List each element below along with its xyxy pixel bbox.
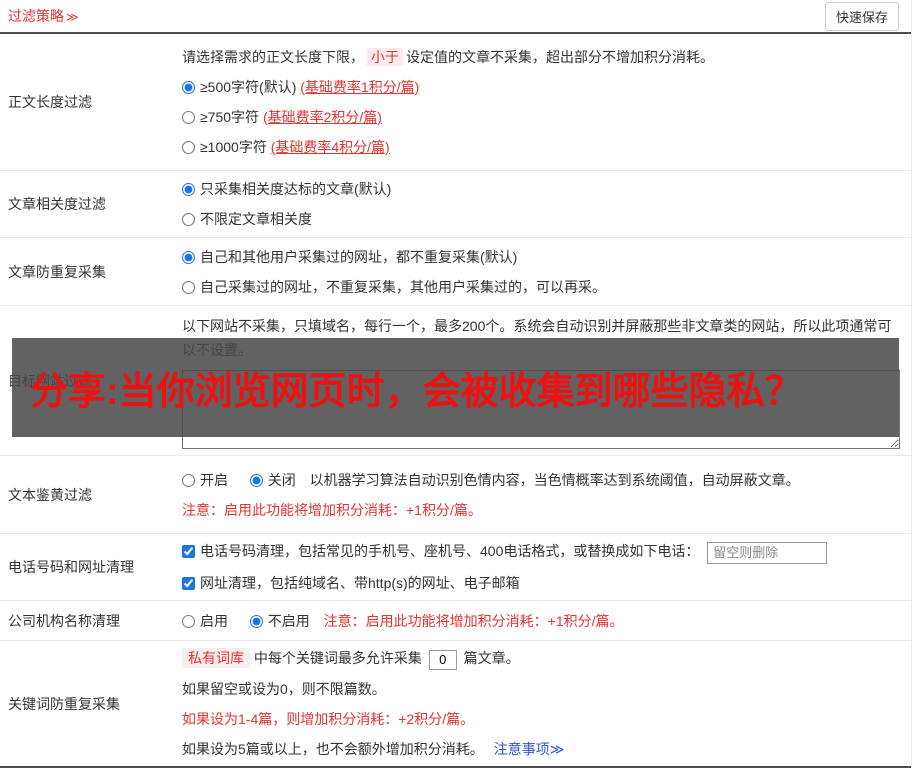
replacement-phone-input[interactable] <box>707 542 827 564</box>
option-text: ≥1000字符 <box>200 139 271 155</box>
limit-text-end: 篇文章。 <box>464 650 520 666</box>
porn-option-off[interactable]: 关闭 <box>250 472 300 488</box>
porn-filter-description: 以机器学习算法自动识别色情内容，当色情概率达到系统阈值，自动屏蔽文章。 <box>310 472 800 488</box>
company-radio-enable[interactable] <box>182 615 195 628</box>
phone-clean-option[interactable]: 电话号码清理，包括常见的手机号、座机号、400电话格式，或替换成如下电话： <box>182 543 703 559</box>
porn-radio-on[interactable] <box>182 474 195 487</box>
company-clean-fee-note: 注意：启用此功能将增加积分消耗：+1积分/篇。 <box>324 613 624 629</box>
keyword-note-zero: 如果留空或设为0，则不限篇数。 <box>182 674 899 704</box>
intro-highlight: 小于 <box>367 48 403 66</box>
length-option-750[interactable]: ≥750字符 (基础费率2积分/篇) <box>182 102 899 132</box>
porn-filter-fee-note: 注意：启用此功能将增加积分消耗：+1积分/篇。 <box>182 495 899 525</box>
option-fee-note: (基础费率2积分/篇) <box>263 109 382 125</box>
company-radio-disable[interactable] <box>250 615 263 628</box>
option-text: 网址清理，包括纯域名、带http(s)的网址、电子邮箱 <box>200 575 520 591</box>
porn-option-on[interactable]: 开启 <box>182 472 232 488</box>
row-length-filter: 正文长度过滤 请选择需求的正文长度下限，小于设定值的文章不采集，超出部分不增加积… <box>0 34 911 171</box>
quick-save-button[interactable]: 快速保存 <box>825 2 899 31</box>
limit-text-mid: 中每个关键词最多允许采集 <box>250 650 422 666</box>
keyword-limit-line: 私有词库 中每个关键词最多允许采集 篇文章。 <box>182 643 899 673</box>
length-radio-1000[interactable] <box>182 141 195 154</box>
option-text: 启用 <box>200 613 228 629</box>
relevance-radio-strict[interactable] <box>182 183 195 196</box>
relevance-radio-any[interactable] <box>182 213 195 226</box>
row-phone-url-clean: 电话号码和网址清理 电话号码清理，包括常见的手机号、座机号、400电话格式，或替… <box>0 534 911 601</box>
page-header: 过滤策略≫ 快速保存 <box>0 0 911 34</box>
keyword-note-fee: 如果设为1-4篇，则增加积分消耗：+2积分/篇。 <box>182 704 899 734</box>
company-clean-label: 公司机构名称清理 <box>0 601 182 640</box>
page-title: 过滤策略≫ <box>8 6 79 26</box>
length-radio-500[interactable] <box>182 81 195 94</box>
phone-url-clean-label: 电话号码和网址清理 <box>0 534 182 600</box>
note-five-text: 如果设为5篇或以上，也不会额外增加积分消耗。 <box>182 741 484 757</box>
double-chevron-icon[interactable]: ≫ <box>66 10 79 24</box>
share-overlay-banner: 分享:当你浏览网页时，会被收集到哪些隐私？ <box>12 338 899 437</box>
length-filter-intro: 请选择需求的正文长度下限，小于设定值的文章不采集，超出部分不增加积分消耗。 <box>182 42 899 72</box>
share-overlay-text: 分享:当你浏览网页时，会被收集到哪些隐私？ <box>30 360 803 415</box>
option-text: 自己采集过的网址，不重复采集，其他用户采集过的，可以再采。 <box>200 279 606 295</box>
option-text: 不限定文章相关度 <box>200 211 312 227</box>
dedup-option-self[interactable]: 自己采集过的网址，不重复采集，其他用户采集过的，可以再采。 <box>182 272 899 302</box>
row-company-clean: 公司机构名称清理 启用 不启用 注意：启用此功能将增加积分消耗：+1积分/篇。 <box>0 601 911 641</box>
option-text: 自己和其他用户采集过的网址，都不重复采集(默认) <box>200 249 517 265</box>
option-text: 开启 <box>200 472 228 488</box>
porn-filter-options: 开启 关闭 以机器学习算法自动识别色情内容，当色情概率达到系统阈值，自动屏蔽文章… <box>182 465 899 495</box>
porn-filter-label: 文本鉴黄过滤 <box>0 456 182 533</box>
option-fee-note: (基础费率4积分/篇) <box>271 139 390 155</box>
phone-clean-checkbox[interactable] <box>182 545 195 558</box>
url-clean-option[interactable]: 网址清理，包括纯域名、带http(s)的网址、电子邮箱 <box>182 568 899 598</box>
option-text: ≥750字符 <box>200 109 263 125</box>
option-text: 关闭 <box>268 472 296 488</box>
keyword-dedup-label: 关键词防重复采集 <box>0 641 182 766</box>
url-clean-checkbox[interactable] <box>182 577 195 590</box>
option-fee-note: (基础费率1积分/篇) <box>300 79 419 95</box>
length-filter-label: 正文长度过滤 <box>0 34 182 170</box>
porn-radio-off[interactable] <box>250 474 263 487</box>
notice-link[interactable]: 注意事项≫ <box>494 741 565 757</box>
option-text: ≥500字符(默认) <box>200 79 300 95</box>
company-option-disable[interactable]: 不启用 <box>250 613 314 629</box>
intro-text-post: 设定值的文章不采集，超出部分不增加积分消耗。 <box>406 49 714 65</box>
private-lexicon-chip[interactable]: 私有词库 <box>182 648 250 668</box>
row-keyword-dedup: 关键词防重复采集 私有词库 中每个关键词最多允许采集 篇文章。 如果留空或设为0… <box>0 641 911 768</box>
relevance-filter-label: 文章相关度过滤 <box>0 171 182 237</box>
relevance-option-strict[interactable]: 只采集相关度达标的文章(默认) <box>182 174 899 204</box>
page-title-text: 过滤策略 <box>8 8 64 24</box>
row-dedup-filter: 文章防重复采集 自己和其他用户采集过的网址，都不重复采集(默认) 自己采集过的网… <box>0 238 911 306</box>
dedup-radio-self[interactable] <box>182 281 195 294</box>
row-relevance-filter: 文章相关度过滤 只采集相关度达标的文章(默认) 不限定文章相关度 <box>0 171 911 238</box>
length-option-1000[interactable]: ≥1000字符 (基础费率4积分/篇) <box>182 132 899 162</box>
option-text: 不启用 <box>268 613 310 629</box>
option-text: 电话号码清理，包括常见的手机号、座机号、400电话格式，或替换成如下电话： <box>200 543 699 559</box>
dedup-filter-label: 文章防重复采集 <box>0 238 182 305</box>
dedup-option-global[interactable]: 自己和其他用户采集过的网址，都不重复采集(默认) <box>182 242 899 272</box>
relevance-option-any[interactable]: 不限定文章相关度 <box>182 204 899 234</box>
length-option-500[interactable]: ≥500字符(默认) (基础费率1积分/篇) <box>182 72 899 102</box>
length-radio-750[interactable] <box>182 111 195 124</box>
row-porn-filter: 文本鉴黄过滤 开启 关闭 以机器学习算法自动识别色情内容，当色情概率达到系统阈值… <box>0 456 911 534</box>
company-option-enable[interactable]: 启用 <box>182 613 232 629</box>
keyword-limit-input[interactable] <box>429 650 457 670</box>
keyword-note-five: 如果设为5篇或以上，也不会额外增加积分消耗。注意事项≫ <box>182 734 899 764</box>
phone-clean-line: 电话号码清理，包括常见的手机号、座机号、400电话格式，或替换成如下电话： <box>182 536 899 567</box>
intro-text-pre: 请选择需求的正文长度下限， <box>182 49 364 65</box>
option-text: 只采集相关度达标的文章(默认) <box>200 181 391 197</box>
dedup-radio-global[interactable] <box>182 251 195 264</box>
company-clean-options: 启用 不启用 注意：启用此功能将增加积分消耗：+1积分/篇。 <box>182 606 899 636</box>
